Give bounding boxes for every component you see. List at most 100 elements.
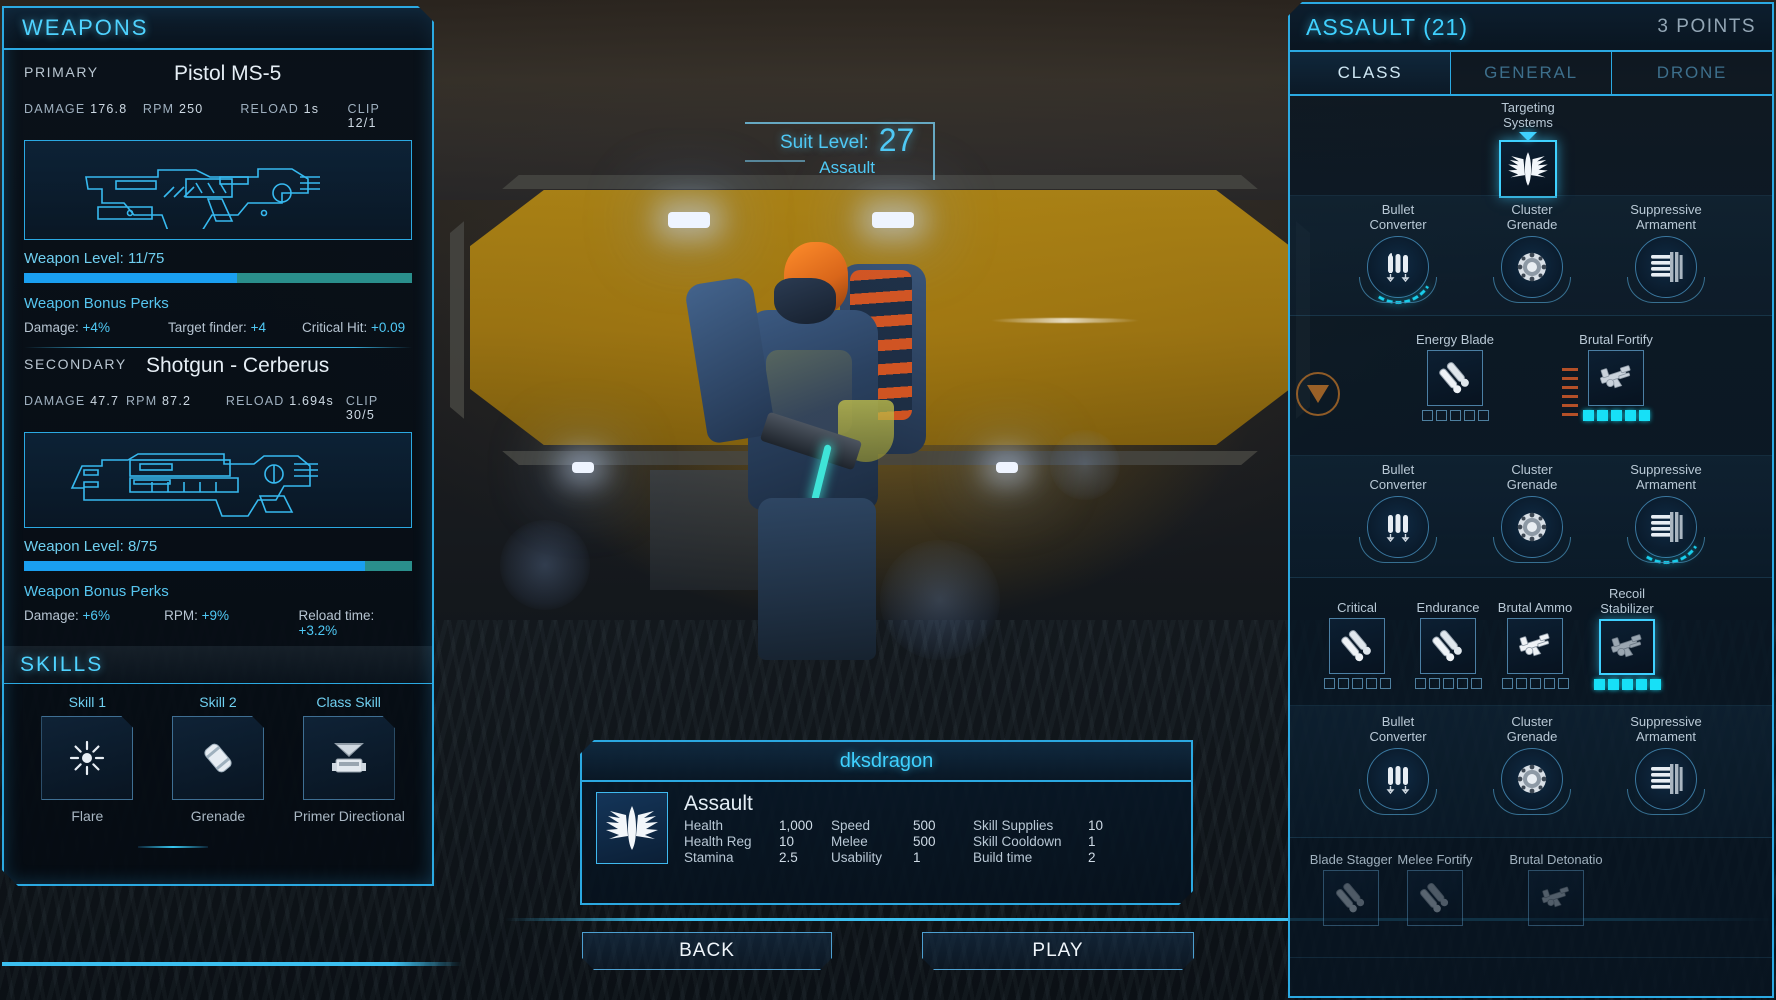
skill-tier-0: Targeting Systems	[1290, 96, 1772, 198]
character-class-name: Assault	[684, 792, 753, 815]
suit-level-value: 27	[878, 122, 915, 158]
stat-label: Health	[684, 818, 724, 833]
skill-node-icon-circle[interactable]	[1493, 748, 1571, 815]
node-base-bracket	[1493, 537, 1571, 563]
skill-node-suppressive-armament[interactable]: Suppressive Armament	[1606, 202, 1726, 303]
perk-reload-time: Reload time: +3.2%	[298, 608, 375, 638]
skill-node-brutal-detonation[interactable]: Brutal Detonatio	[1486, 852, 1626, 926]
skill-slot-1[interactable]: Skill 1 Flare	[32, 694, 142, 824]
tab-drone[interactable]: DRONE	[1612, 52, 1772, 94]
skill-node-icon-box[interactable]	[1407, 870, 1463, 926]
primary-weapon-art[interactable]	[24, 140, 412, 240]
secondary-weapon-level: Weapon Level: 8/75	[24, 538, 158, 555]
secondary-weapon-block[interactable]: SECONDARY Shotgun - Cerberus DAMAGE 47.7…	[4, 348, 432, 638]
ceiling-lamp	[872, 212, 914, 228]
skill-node-suppressive-armament[interactable]: Suppressive Armament	[1606, 462, 1726, 571]
locked-indicator-icon	[1296, 372, 1340, 416]
skill-node-icon-box[interactable]	[1420, 618, 1476, 674]
energy-blade-icon	[1341, 630, 1371, 662]
skill-node-bullet-converter[interactable]: Bullet Converter	[1338, 462, 1458, 563]
perk-damage: Damage: +6%	[24, 608, 110, 623]
skill-node-cluster-grenade[interactable]: Cluster Grenade	[1472, 202, 1592, 303]
node-base-bracket	[1493, 789, 1571, 815]
bar-fill-primary	[24, 561, 365, 571]
skill-node-icon-box[interactable]	[1528, 870, 1584, 926]
skill-node-icon-box[interactable]	[1588, 350, 1644, 406]
skill-tier-1: Bullet Converter Cluster Grenade Suppres…	[1290, 196, 1772, 316]
class-skill-box[interactable]	[303, 716, 395, 800]
skill-node-cluster-grenade[interactable]: Cluster Grenade	[1472, 714, 1592, 815]
skill-node-icon-circle[interactable]	[1627, 236, 1705, 303]
skill-2-box[interactable]	[172, 716, 264, 800]
primary-level-bar	[24, 273, 412, 283]
play-button[interactable]: PLAY	[922, 932, 1194, 970]
suit-level-readout: Suit Level: 27 Assault	[780, 122, 915, 178]
skill-node-cluster-grenade[interactable]: Cluster Grenade	[1472, 462, 1592, 563]
back-button[interactable]: BACK	[582, 932, 832, 970]
secondary-weapon-art[interactable]	[24, 432, 412, 528]
primary-weapon-level: Weapon Level: 11/75	[24, 250, 165, 267]
primary-weapon-block[interactable]: PRIMARY Pistol MS-5 DAMAGE 176.8 RPM 250…	[4, 50, 432, 348]
skill-slot-2[interactable]: Skill 2 Grenade	[163, 694, 273, 824]
suit-class-name: Assault	[819, 158, 876, 177]
stat-rpm: RPM 87.2	[125, 394, 192, 408]
skill-node-bullet-converter[interactable]: Bullet Converter	[1338, 714, 1458, 815]
stat-clip: CLIP 12/1	[347, 102, 380, 130]
skill-node-brutal-fortify[interactable]: Brutal Fortify	[1556, 332, 1676, 421]
skill-1-caption: Skill 1	[68, 694, 106, 710]
skill-tree-title: ASSAULT (21)	[1306, 13, 1468, 40]
wall-lamp	[572, 462, 594, 473]
stat-reload: RELOAD 1.694s	[225, 394, 334, 408]
skill-node-icon-circle[interactable]	[1627, 748, 1705, 815]
skill-node-energy-blade[interactable]: Energy Blade	[1400, 332, 1510, 421]
bokeh	[1050, 430, 1120, 500]
ceiling-lamp	[668, 212, 710, 228]
skill-node-icon-circle[interactable]	[1493, 496, 1571, 563]
primer-directional-icon	[328, 739, 370, 777]
skill-node-label: Cluster Grenade	[1506, 714, 1558, 744]
primary-weapon-stats: DAMAGE 176.8 RPM 250 RELOAD 1s CLIP 12/1	[24, 102, 412, 130]
skill-node-icon-circle[interactable]	[1354, 223, 1442, 311]
stat-value: 1	[1088, 834, 1096, 849]
skill-slot-class[interactable]: Class Skill Primer Directional	[294, 694, 404, 824]
perk-target-finder: Target finder: +4	[168, 320, 266, 335]
skill-node-icon-circle[interactable]	[1359, 748, 1437, 815]
flare-icon	[69, 740, 105, 776]
skill-node-icon-circle[interactable]	[1359, 496, 1437, 563]
character-stats-grid: Health 1,000 Speed 500 Skill Supplies 10…	[684, 818, 1177, 865]
skill-node-label: Recoil Stabilizer	[1600, 586, 1654, 616]
skill-node-bullet-converter[interactable]: Bullet Converter	[1338, 202, 1458, 311]
tab-class[interactable]: CLASS	[1290, 52, 1451, 94]
bokeh	[500, 520, 590, 610]
skill-1-box[interactable]	[41, 716, 133, 800]
skill-node-melee-fortify[interactable]: Melee Fortify	[1370, 852, 1500, 926]
skill-1-name: Flare	[71, 808, 104, 824]
tab-general[interactable]: GENERAL	[1451, 52, 1612, 94]
skill-node-icon-box[interactable]	[1499, 140, 1557, 198]
stat-label: Melee	[831, 834, 868, 849]
skill-node-icon-circle[interactable]	[1622, 483, 1710, 571]
skill-node-targeting-systems[interactable]: Targeting Systems	[1463, 100, 1593, 198]
suit-level-label: Suit Level:	[780, 132, 869, 153]
stat-damage: DAMAGE 176.8	[24, 102, 128, 116]
skill-tier-2: Energy Blade Brutal Fortify	[1290, 316, 1772, 456]
skill-node-icon-box[interactable]	[1507, 618, 1563, 674]
skill-node-label: Cluster Grenade	[1506, 462, 1558, 492]
skill-tier-4: Critical Endurance Brutal Ammo Recoil St…	[1290, 578, 1772, 706]
skill-node-icon-circle[interactable]	[1493, 236, 1571, 303]
skills-title: SKILLS	[20, 652, 104, 676]
skill-node-icon-box[interactable]	[1427, 350, 1483, 406]
weapons-panel: WEAPONS PRIMARY Pistol MS-5 DAMAGE 176.8…	[2, 6, 434, 886]
node-base-bracket	[1359, 789, 1437, 815]
assault-wings-icon	[1508, 152, 1548, 186]
node-base-bracket	[1627, 277, 1705, 303]
skill-node-suppressive-armament[interactable]: Suppressive Armament	[1606, 714, 1726, 815]
skill-points-label: 3 POINTS	[1657, 16, 1756, 37]
skill-tree-panel: ASSAULT (21) 3 POINTS CLASS GENERAL DRON…	[1288, 2, 1774, 998]
skill-tree-body: Targeting Systems Bullet Converter Clust…	[1290, 96, 1772, 994]
skill-node-icon-box[interactable]	[1329, 618, 1385, 674]
skill-node-icon-box[interactable]	[1599, 619, 1655, 675]
brutal-rifle-icon	[1600, 365, 1631, 389]
secondary-perks-title: Weapon Bonus Perks	[24, 583, 169, 600]
skill-node-recoil-stabilizer[interactable]: Recoil Stabilizer	[1568, 586, 1686, 690]
